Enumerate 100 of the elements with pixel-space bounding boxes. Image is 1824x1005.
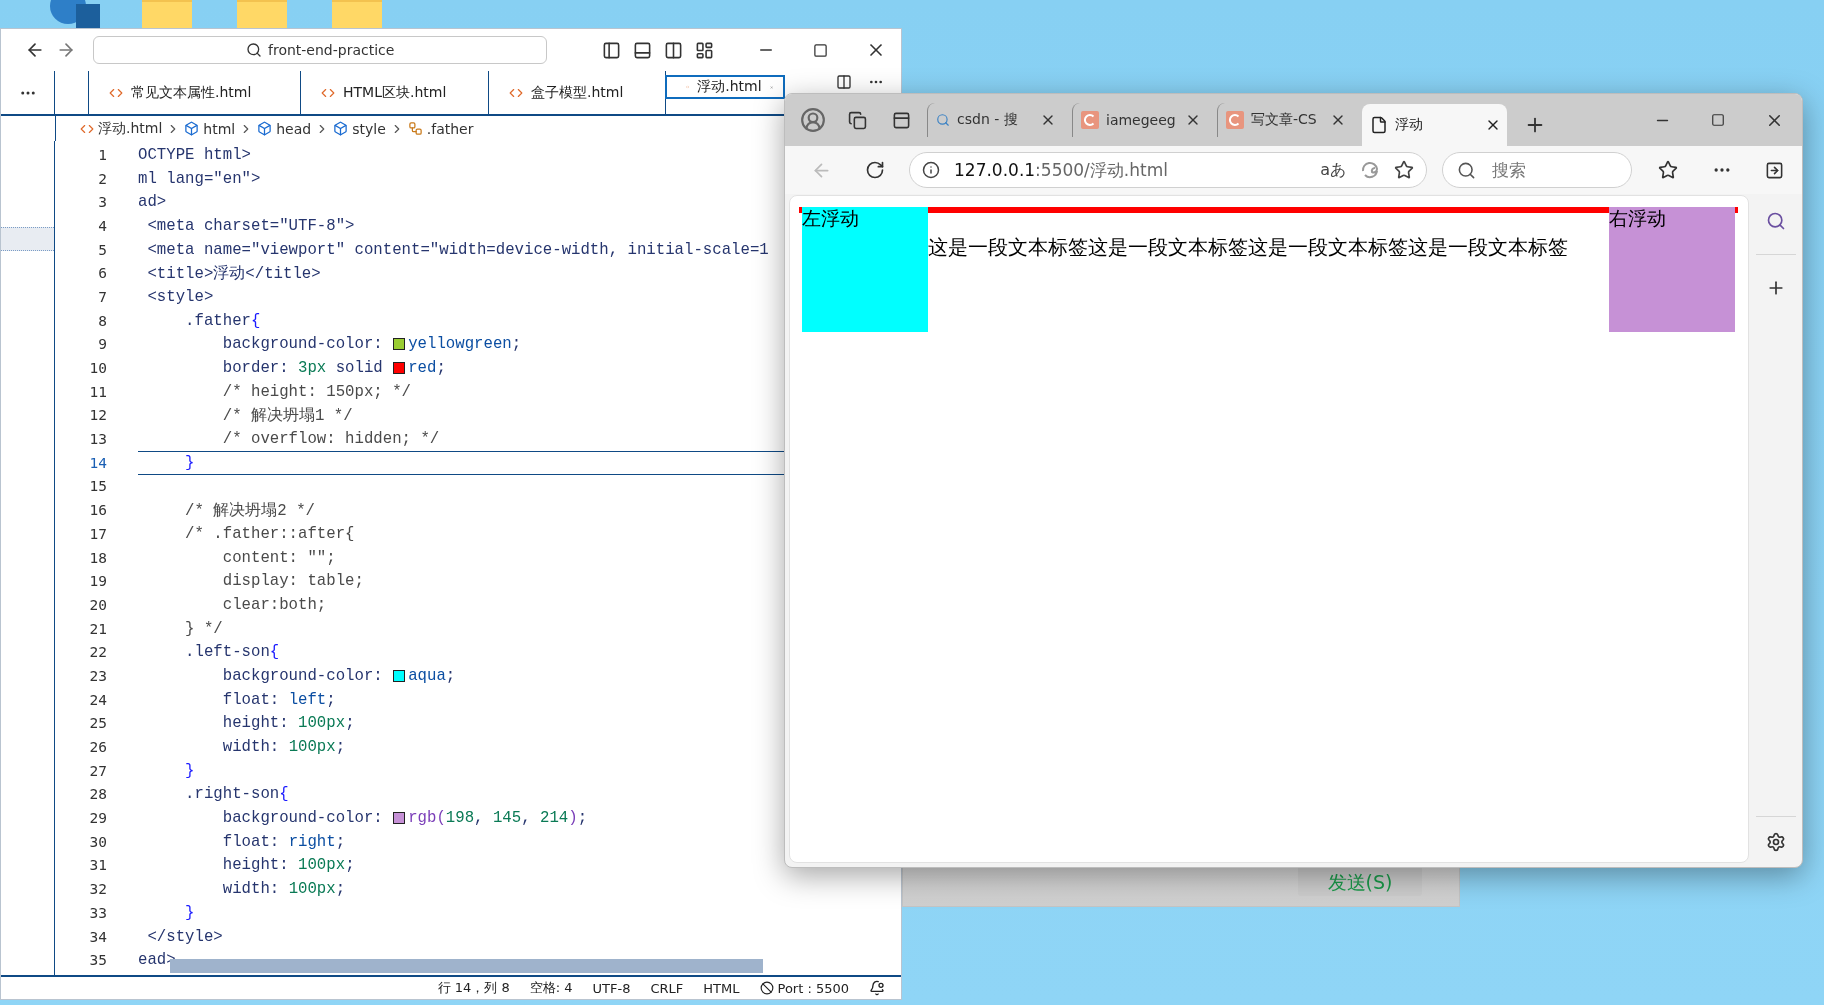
status-item[interactable]: 空格: 4: [529, 979, 573, 997]
sidebar-icon[interactable]: [1764, 160, 1784, 180]
address-bar[interactable]: 127.0.0.1:5500/浮动.html aあ: [909, 152, 1427, 188]
line-number: 29: [88, 810, 107, 827]
code-text: /* 解决坍塌1 */: [221, 405, 353, 426]
line-number: 14: [88, 454, 107, 471]
code-text: } */: [184, 619, 223, 638]
search-box[interactable]: 搜索: [1442, 152, 1632, 188]
line-number: 16: [88, 502, 107, 519]
layout-icon[interactable]: [695, 40, 715, 60]
code-text: height: 100px;: [221, 856, 355, 875]
command-search-field[interactable]: front-end-practice: [93, 36, 548, 64]
tab-actions-icon[interactable]: [891, 110, 911, 130]
line-number: 20: [88, 596, 107, 613]
breadcrumb-item[interactable]: style: [352, 120, 386, 137]
class-icon: [407, 121, 423, 136]
code-text: /* 解决坍塌2 */: [184, 500, 315, 521]
line-number: 1: [97, 146, 107, 163]
code-text: }: [184, 903, 195, 922]
search-value: front-end-practice: [268, 42, 395, 58]
settings-icon[interactable]: [1765, 832, 1786, 852]
swirl-icon[interactable]: [1360, 160, 1380, 180]
browser-tab[interactable]: 写文章-CS: [1217, 103, 1352, 137]
status-item[interactable]: 行 14，列 8: [437, 979, 510, 997]
line-number: 32: [88, 881, 107, 898]
collections-icon[interactable]: [847, 110, 867, 130]
sidebar-toggle-icon[interactable]: [601, 40, 621, 60]
status-item[interactable]: Port : 5500: [759, 980, 849, 996]
breadcrumb-item[interactable]: 浮动.html: [98, 119, 163, 138]
browser-tab[interactable]: 浮动: [1362, 104, 1507, 146]
line-number: 19: [88, 573, 107, 590]
code-text: OCTYPE html>: [138, 145, 251, 164]
ban-icon: [759, 981, 774, 995]
line-number: 17: [88, 525, 107, 542]
code-text: .right-son{: [184, 785, 289, 804]
left-float-box: 左浮动: [802, 207, 928, 332]
search-placeholder: 搜索: [1492, 158, 1526, 182]
refresh-icon[interactable]: [865, 160, 885, 180]
bell-icon[interactable]: [869, 980, 885, 996]
line-number: 11: [88, 383, 107, 400]
cube-icon: [257, 121, 273, 136]
profile-icon[interactable]: [800, 107, 826, 133]
status-item[interactable]: UTF-8: [592, 980, 631, 996]
split-editor-icon[interactable]: [836, 74, 852, 90]
breadcrumb-item[interactable]: html: [203, 120, 236, 137]
panel-toggle-icon[interactable]: [632, 40, 652, 60]
search-icon: [1457, 160, 1476, 180]
line-number: 25: [88, 715, 107, 732]
code-text: ead>: [138, 951, 176, 970]
read-aloud-button[interactable]: aあ: [1320, 159, 1346, 181]
code-text: rgb(198, 145, 214);: [408, 809, 588, 828]
search-icon[interactable]: [1765, 211, 1786, 231]
star-icon[interactable]: [1394, 160, 1414, 180]
search-icon: [936, 113, 950, 127]
line-number: 12: [88, 407, 107, 424]
breadcrumb-item[interactable]: head: [276, 120, 312, 137]
line-number: 4: [97, 217, 107, 234]
line-number: 8: [97, 312, 107, 329]
code-text: <meta charset="UTF-8">: [146, 216, 355, 235]
c-logo-icon: [1226, 111, 1244, 129]
paragraph-text: 这是一段文本标签这是一段文本标签这是一段文本标签这是一段文本标签: [927, 235, 1569, 259]
code-text: clear:both;: [221, 595, 327, 614]
c-logo-icon: [1081, 111, 1099, 129]
line-number: 22: [88, 644, 107, 661]
line-number: 33: [88, 904, 107, 921]
maximize-icon[interactable]: [812, 42, 828, 58]
favorites-icon[interactable]: [1658, 160, 1678, 180]
line-number: 35: [88, 952, 107, 969]
code-text: float: left;: [221, 690, 336, 709]
browser-tab[interactable]: iamegeeg: [1072, 103, 1207, 137]
code-text: yellowgreen;: [408, 335, 522, 354]
code-text: red;: [408, 359, 446, 378]
split-columns-icon[interactable]: [664, 40, 684, 60]
breadcrumb-item[interactable]: .father: [426, 120, 474, 137]
editor-tab[interactable]: 浮动.html: [666, 76, 784, 98]
line-number: 7: [97, 288, 107, 305]
browser-tab[interactable]: csdn - 搜: [927, 103, 1062, 137]
status-item[interactable]: CRLF: [650, 980, 684, 996]
code-text: /* overflow: hidden; */: [221, 430, 440, 449]
code-text: display: table;: [221, 572, 364, 591]
line-number: 5: [97, 241, 107, 258]
line-number: 3: [97, 194, 107, 211]
code-text: <style>: [146, 287, 214, 306]
code-text: /* height: 150px; */: [221, 382, 411, 401]
info-icon[interactable]: [922, 161, 940, 179]
line-number: 28: [88, 786, 107, 803]
line-number: 26: [88, 739, 107, 756]
code-text: width: 100px;: [221, 880, 346, 899]
code-text: border: 3px solid: [221, 359, 384, 378]
maximize-icon[interactable]: [1711, 113, 1725, 127]
status-item[interactable]: HTML: [703, 980, 740, 996]
line-number: 18: [88, 549, 107, 566]
line-number: 10: [88, 360, 107, 377]
code-text: <title>浮动</title>: [146, 263, 321, 284]
cube-icon: [333, 121, 349, 136]
url-text: 127.0.0.1:5500/浮动.html: [954, 158, 1169, 182]
code-text: background-color:: [221, 666, 384, 685]
code-text: /* .father::after{: [184, 524, 355, 543]
code-text: float: right;: [221, 832, 346, 851]
code-text: </style>: [146, 927, 223, 946]
